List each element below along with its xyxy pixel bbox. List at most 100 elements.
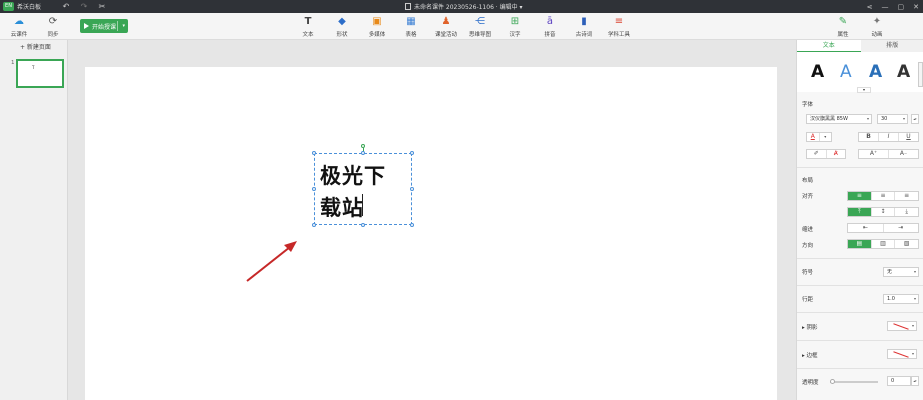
- redo-icon[interactable]: ↷: [79, 2, 89, 11]
- italic-button[interactable]: I: [879, 133, 899, 141]
- table-icon: ▦: [406, 16, 416, 27]
- resize-handle-sw[interactable]: [312, 223, 316, 227]
- format-tools: ✐ A̷: [806, 149, 846, 159]
- undo-icon[interactable]: ↶: [61, 2, 71, 11]
- symbol-value: 无: [887, 269, 893, 275]
- tool-activity[interactable]: ♟ 课堂活动: [429, 15, 463, 38]
- clear-format-icon[interactable]: A̷: [827, 150, 846, 158]
- font-family-select[interactable]: 汉仪旗黑黑 85W ▾: [806, 114, 872, 124]
- horizontal-align-group: ≡ ≡ ≡: [847, 191, 919, 201]
- style-preset-2[interactable]: A: [840, 62, 852, 82]
- underline-button[interactable]: U: [899, 133, 918, 141]
- resize-handle-n[interactable]: [361, 151, 365, 155]
- shrink-font-button[interactable]: A₋: [889, 150, 918, 158]
- rotated-text-icon[interactable]: ▧: [895, 240, 918, 248]
- style-preset-4[interactable]: A: [897, 62, 910, 82]
- tool-media[interactable]: ▣ 多媒体: [360, 15, 394, 38]
- style-preset-3[interactable]: A: [869, 62, 882, 82]
- grow-font-button[interactable]: A⁺: [859, 150, 889, 158]
- attributes-button[interactable]: ✎ 属性: [826, 15, 860, 38]
- align-right-icon[interactable]: ≡: [895, 192, 918, 200]
- tool-hanzi[interactable]: ⊞ 汉字: [498, 15, 532, 38]
- shadow-expander[interactable]: ▸ 阴影: [802, 323, 818, 331]
- border-label: 边框: [806, 353, 818, 359]
- tool-shape[interactable]: ◆ 形状: [325, 15, 359, 38]
- align-left-icon[interactable]: ≡: [848, 192, 872, 200]
- start-class-button[interactable]: 开始授课 ▾: [80, 19, 128, 33]
- sync-icon: ⟳: [48, 16, 58, 27]
- tool-shape-label: 形状: [336, 32, 348, 38]
- chevron-down-icon[interactable]: ▾: [820, 133, 832, 141]
- resize-handle-nw[interactable]: [312, 151, 316, 155]
- horizontal-text-icon[interactable]: ▤: [848, 240, 872, 248]
- opacity-input[interactable]: 0: [887, 376, 911, 386]
- border-expander[interactable]: ▸ 边框: [802, 351, 818, 359]
- maximize-icon[interactable]: ▢: [898, 3, 905, 11]
- cloud-icon: ☁: [14, 16, 24, 27]
- increase-indent-icon[interactable]: ⇥: [884, 224, 919, 232]
- cloud-courseware-button[interactable]: ☁ 云课件: [2, 15, 36, 38]
- symbol-select[interactable]: 无 ▾: [883, 267, 919, 277]
- slide-canvas[interactable]: 极光下 载站: [85, 67, 777, 400]
- new-page-button[interactable]: + 新建页面: [20, 42, 51, 51]
- close-icon[interactable]: ✕: [913, 3, 919, 11]
- tool-pinyin[interactable]: ā 拼音: [533, 15, 567, 38]
- scissors-icon[interactable]: ✂: [97, 2, 107, 11]
- tool-table[interactable]: ▦ 表格: [394, 15, 428, 38]
- format-painter-icon[interactable]: ✐: [807, 150, 827, 158]
- text-color-button[interactable]: A ▾: [806, 132, 832, 142]
- animation-button[interactable]: ✦ 动画: [860, 15, 894, 38]
- symbol-label: 符号: [802, 270, 814, 276]
- chevron-down-icon[interactable]: ▾: [857, 87, 871, 93]
- share-icon[interactable]: ⋖: [867, 3, 873, 11]
- tool-poem[interactable]: ▮ 古诗词: [567, 15, 601, 38]
- align-center-icon[interactable]: ≡: [872, 192, 896, 200]
- tool-subject[interactable]: ≡ 学科工具: [602, 15, 636, 38]
- tab-text[interactable]: 文本: [797, 40, 861, 52]
- section-divider: [797, 285, 923, 286]
- document-icon: [405, 3, 411, 10]
- section-divider: [797, 312, 923, 313]
- document-title[interactable]: 未命名课件 20230526-1106 · 编辑中 ▾: [405, 0, 523, 13]
- bold-button[interactable]: B: [859, 133, 879, 141]
- textbox-content[interactable]: 极光下 载站: [320, 160, 386, 224]
- selected-textbox[interactable]: 极光下 载站: [312, 144, 414, 227]
- vertical-text-icon[interactable]: ▥: [872, 240, 896, 248]
- border-swatch[interactable]: ▾: [887, 349, 917, 359]
- opacity-stepper[interactable]: ▴▾: [911, 376, 919, 386]
- opacity-slider[interactable]: [830, 379, 878, 384]
- font-size-select[interactable]: 30 ▾: [877, 114, 908, 124]
- opacity-slider-knob[interactable]: [830, 379, 835, 384]
- font-section-label: 字体: [802, 102, 814, 108]
- resize-handle-w[interactable]: [312, 187, 316, 191]
- chevron-down-icon[interactable]: ▾: [122, 23, 125, 29]
- opacity-label: 透明度: [802, 380, 819, 386]
- tab-layout[interactable]: 排版: [860, 40, 923, 52]
- app-logo: EN: [3, 2, 14, 11]
- font-size-stepper[interactable]: ▴▾: [911, 114, 919, 124]
- slide-thumbnail[interactable]: T: [16, 59, 64, 88]
- subject-tools-icon: ≡: [614, 16, 624, 27]
- line-height-select[interactable]: 1.0 ▾: [883, 294, 919, 304]
- tool-mindmap[interactable]: ⋲ 思维导图: [463, 15, 497, 38]
- rotate-handle[interactable]: [361, 144, 365, 148]
- line-height-label: 行距: [802, 297, 814, 303]
- resize-handle-e[interactable]: [410, 187, 414, 191]
- sync-button[interactable]: ⟳ 同步: [36, 15, 70, 38]
- none-swatch-line: [893, 351, 909, 358]
- align-bottom-icon[interactable]: ⤓: [895, 208, 918, 216]
- align-middle-icon[interactable]: ↕: [872, 208, 896, 216]
- style-scrollbar[interactable]: [918, 62, 923, 87]
- style-preset-1[interactable]: A: [811, 62, 824, 82]
- resize-handle-ne[interactable]: [410, 151, 414, 155]
- shadow-swatch[interactable]: ▾: [887, 321, 917, 331]
- tool-text[interactable]: T 文本: [291, 15, 325, 38]
- resize-handle-se[interactable]: [410, 223, 414, 227]
- align-top-icon[interactable]: ⤒: [848, 208, 872, 216]
- align-label: 对齐: [802, 194, 814, 200]
- font-scale-buttons: A⁺ A₋: [858, 149, 919, 159]
- text-caret: [362, 194, 363, 216]
- decrease-indent-icon[interactable]: ⇤: [848, 224, 884, 232]
- minimize-icon[interactable]: —: [882, 3, 889, 11]
- app-name: 希沃白板: [17, 4, 42, 11]
